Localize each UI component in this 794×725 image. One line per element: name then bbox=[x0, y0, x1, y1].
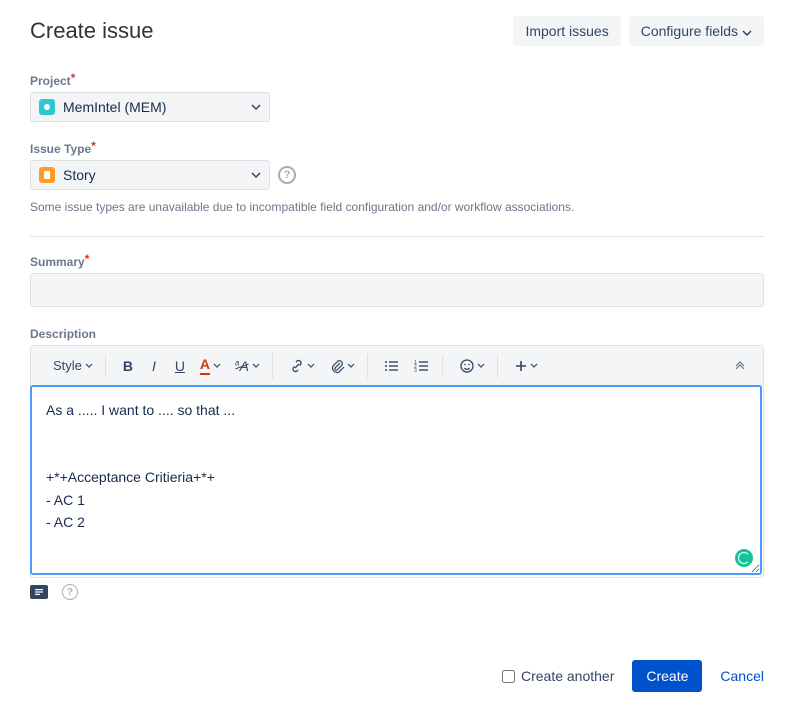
project-icon bbox=[39, 99, 55, 115]
underline-button[interactable]: U bbox=[168, 354, 192, 378]
project-value: MemIntel (MEM) bbox=[63, 99, 243, 115]
chevron-down-icon bbox=[251, 102, 261, 113]
cancel-button[interactable]: Cancel bbox=[720, 668, 764, 684]
description-editor: Style B I U A aA bbox=[30, 345, 764, 578]
chevron-down-icon bbox=[742, 23, 752, 39]
help-icon[interactable]: ? bbox=[278, 166, 296, 184]
text-mode-toggle[interactable] bbox=[30, 585, 48, 599]
text-color-button[interactable]: A bbox=[194, 352, 227, 379]
svg-text:3: 3 bbox=[414, 368, 417, 373]
grammarly-icon[interactable] bbox=[735, 549, 753, 567]
configure-fields-label: Configure fields bbox=[641, 23, 738, 39]
story-icon bbox=[39, 167, 55, 183]
issue-type-dropdown[interactable]: Story bbox=[30, 160, 270, 190]
import-issues-label: Import issues bbox=[525, 23, 608, 39]
attachment-button[interactable] bbox=[323, 354, 361, 378]
create-button[interactable]: Create bbox=[632, 660, 702, 692]
style-dropdown[interactable]: Style bbox=[47, 354, 99, 377]
numbered-list-button[interactable]: 123 bbox=[408, 355, 436, 377]
summary-label: Summary* bbox=[30, 255, 764, 269]
import-issues-button[interactable]: Import issues bbox=[513, 16, 620, 46]
bullet-list-button[interactable] bbox=[378, 355, 406, 377]
italic-button[interactable]: I bbox=[142, 354, 166, 378]
clear-formatting-button[interactable]: aA bbox=[229, 354, 266, 378]
description-textarea[interactable] bbox=[30, 385, 762, 575]
summary-input[interactable] bbox=[30, 273, 764, 307]
create-another-checkbox-wrap[interactable]: Create another bbox=[502, 668, 614, 684]
create-another-checkbox[interactable] bbox=[502, 670, 515, 683]
issue-type-label: Issue Type* bbox=[30, 142, 764, 156]
bold-button[interactable]: B bbox=[116, 354, 140, 378]
link-button[interactable] bbox=[283, 354, 321, 378]
issue-type-hint: Some issue types are unavailable due to … bbox=[30, 198, 764, 216]
configure-fields-button[interactable]: Configure fields bbox=[629, 16, 764, 46]
create-another-label: Create another bbox=[521, 668, 614, 684]
editor-toolbar: Style B I U A aA bbox=[31, 346, 763, 386]
editor-help-icon[interactable]: ? bbox=[62, 584, 78, 600]
project-dropdown[interactable]: MemIntel (MEM) bbox=[30, 92, 270, 122]
emoji-button[interactable] bbox=[453, 354, 491, 378]
project-label: Project* bbox=[30, 74, 764, 88]
insert-more-button[interactable] bbox=[508, 355, 544, 377]
issue-type-value: Story bbox=[63, 167, 243, 183]
divider bbox=[30, 236, 764, 237]
description-label: Description bbox=[30, 327, 764, 341]
page-title: Create issue bbox=[30, 18, 154, 44]
expand-toolbar-icon[interactable] bbox=[727, 355, 753, 377]
chevron-down-icon bbox=[251, 170, 261, 181]
